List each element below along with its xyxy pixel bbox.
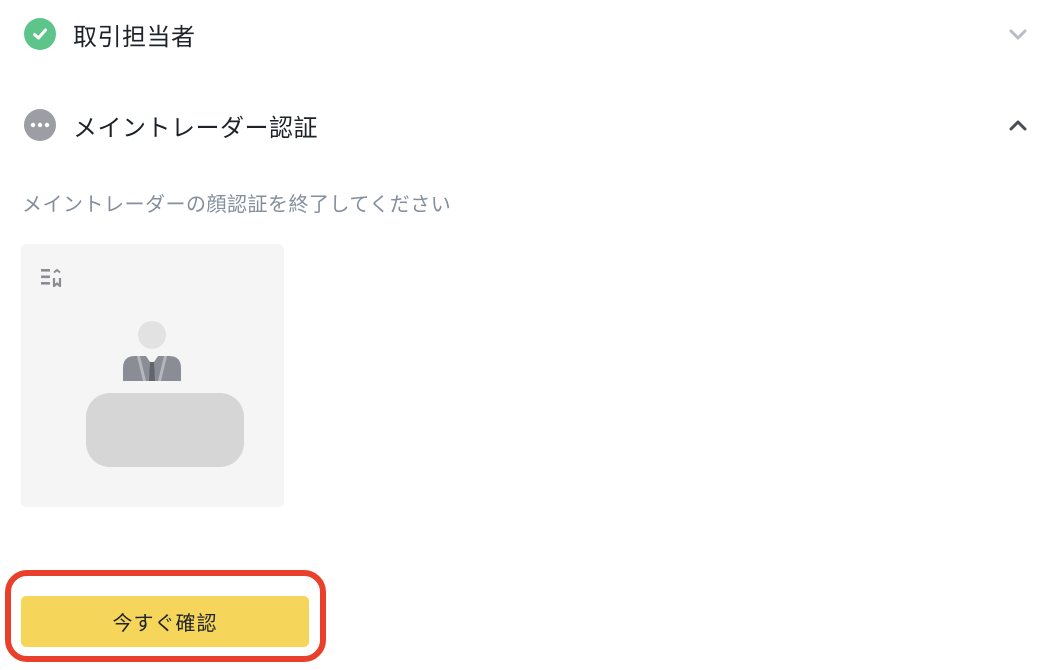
- confirm-now-button[interactable]: 今すぐ確認: [21, 596, 309, 647]
- check-circle-icon: [24, 18, 56, 50]
- section-header-trade-contact[interactable]: 取引担当者: [24, 16, 1030, 52]
- verification-page: 取引担当者 メイントレーダー認証 メイントレーダーの顔認証を終了してください 今…: [0, 0, 1052, 670]
- section-title: 取引担当者: [73, 22, 196, 51]
- person-at-desk-icon: [121, 320, 183, 386]
- chevron-down-icon[interactable]: [1006, 22, 1030, 46]
- face-verification-card: [21, 244, 284, 507]
- desk-shape: [86, 393, 244, 467]
- section-header-main-trader[interactable]: メイントレーダー認証: [24, 107, 1030, 143]
- chevron-up-icon[interactable]: [1006, 113, 1030, 137]
- list-tag-icon: [41, 268, 67, 292]
- instruction-text: メイントレーダーの顔認証を終了してください: [22, 192, 452, 216]
- more-dots-icon: [24, 109, 56, 141]
- section-title: メイントレーダー認証: [73, 113, 318, 142]
